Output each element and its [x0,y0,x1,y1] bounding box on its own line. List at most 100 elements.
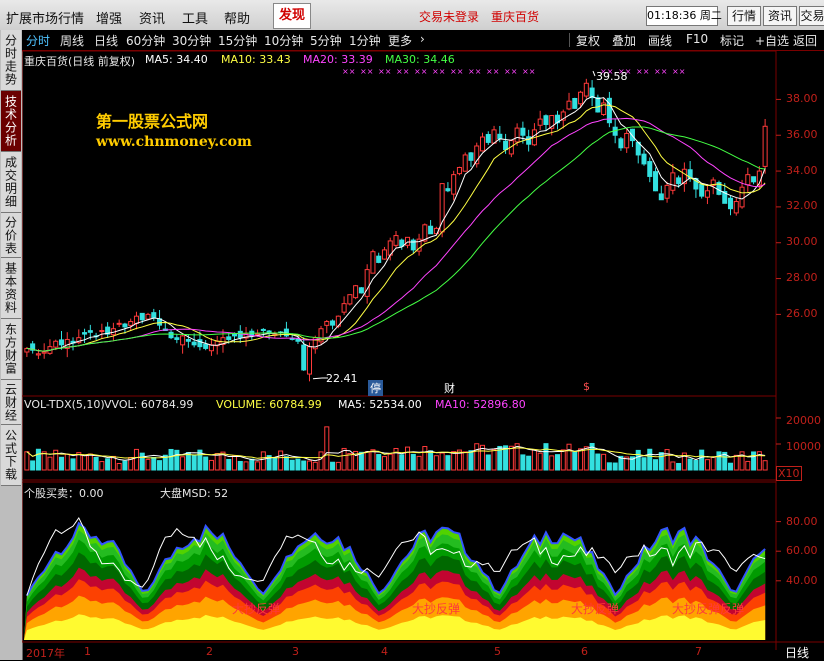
candle-body [295,338,301,342]
tab-trade-details[interactable]: 成交明细 [1,152,21,213]
candle-body [624,132,630,149]
volume-bar [560,449,566,471]
ma5-value: MA5: 34.40 [145,53,208,66]
volume-bar [301,460,307,471]
candle-body [451,174,457,195]
period-toolbar: 分时 周线 日线 60分钟 30分钟 15分钟 10分钟 5分钟 1分钟 更多 … [22,30,824,51]
period-intraday[interactable]: 分时 [26,32,50,49]
volume-bar [381,456,387,471]
tab-basic-info-label: 基本资料 [3,262,18,314]
volume-bar [191,454,197,471]
volume-bar [566,443,572,471]
volume-bars [24,426,768,471]
quotes-button[interactable]: 行情 [727,6,761,26]
volume-bar [283,456,289,471]
trade-login-status[interactable]: 交易未登录 [419,8,479,25]
candle-body [428,225,434,235]
candle-body [53,340,59,348]
candle-body [647,161,653,177]
volume-bar [30,460,36,471]
tab-basic-info[interactable]: 基本资料 [1,258,21,319]
period-5min[interactable]: 5分钟 [310,32,342,49]
indicator-panel-title: 个股买卖：0.00 [24,487,104,500]
volume-bar [474,443,480,471]
period-1min[interactable]: 1分钟 [349,32,381,49]
finance-marker[interactable]: 财 [444,380,455,396]
price-axis-38: 38.00 [786,92,818,105]
volume-bar [226,458,232,471]
candle-body [745,174,751,186]
market-msd-value: 大盘MSD: 52 [160,487,229,500]
volume-bar [70,458,76,471]
tab-price-table[interactable]: 分价表 [1,213,21,258]
mark-button[interactable]: 标记 [720,32,744,49]
menu-enhance[interactable]: 增强 [96,8,122,27]
more-chevron-icon[interactable]: › [420,32,425,46]
volume-bar [664,449,670,471]
volume-bar [335,461,341,471]
candle-body [699,184,705,197]
period-10min[interactable]: 10分钟 [264,32,303,49]
candle-body [151,312,157,319]
menu-help[interactable]: 帮助 [224,8,250,27]
period-weekly[interactable]: 周线 [60,32,84,49]
tab-eastmoney-label: 东方财富 [3,323,18,375]
candle-body [168,331,174,339]
signal-marker: ×× [450,67,463,76]
candle-body [485,134,491,143]
candle-body [266,330,272,333]
trade-button[interactable]: 交易 [799,6,824,26]
signal-marker: ×× [654,67,667,76]
volume-bar [203,456,209,471]
back-button[interactable]: 返回 [793,32,817,49]
news-button[interactable]: 资讯 [763,6,797,26]
period-indicator-label: 日线 [785,646,810,660]
menu-tools[interactable]: 工具 [182,8,208,27]
period-30min[interactable]: 30分钟 [172,32,211,49]
ma10-value: MA10: 33.43 [221,53,291,66]
low-price-label: 22.41 [326,372,358,385]
volume-bar [24,451,30,471]
period-15min[interactable]: 15分钟 [218,32,257,49]
candle-body [491,129,497,144]
find-button[interactable]: 发现 [273,3,311,29]
signal-marker: ×× [672,67,685,76]
period-60min[interactable]: 60分钟 [126,32,165,49]
menu-info[interactable]: 资讯 [139,8,165,27]
tab-cloud-finance[interactable]: 云财经 [1,380,21,425]
volume-bar [491,448,497,471]
candle-body [358,287,364,294]
adjust-button[interactable]: 复权 [576,32,600,49]
volume-bar [641,457,647,471]
watermark-title: 第一股票公式网 [96,112,209,131]
period-daily[interactable]: 日线 [94,32,118,49]
volume-bar [99,461,105,471]
tab-eastmoney[interactable]: 东方财富 [1,319,21,380]
volume-bar [526,455,532,471]
volume-bar [231,455,238,471]
volume-bar [543,443,549,471]
period-more[interactable]: 更多 [388,32,412,49]
volume-bar [445,455,451,471]
tab-formula-download[interactable]: 公式下载 [1,425,21,486]
indicator-bands [24,516,766,640]
tab-price-table-label: 分价表 [3,215,18,255]
menu-extended-market[interactable]: 扩展市场行情 [6,8,84,27]
suspension-marker[interactable]: 停 [368,380,383,396]
f10-button[interactable]: F10 [686,32,708,46]
dividend-marker[interactable]: $ [583,380,590,393]
tab-technical-analysis[interactable]: 技术分析 [1,91,21,152]
candle-body [376,255,382,263]
clock-display: 01:18:36 周二 [646,6,722,26]
add-watchlist-button[interactable]: +自选 [755,32,789,49]
tab-intraday[interactable]: 分时走势 [1,30,21,91]
overlay-button[interactable]: 叠加 [612,32,636,49]
volume-bar [122,460,128,471]
candle-body [185,339,191,342]
volume-bar [635,449,641,471]
candle-body [139,312,145,321]
candle-body [664,184,670,199]
candle-body [462,154,468,172]
candle-body [324,321,330,326]
draw-line-button[interactable]: 画线 [648,32,672,49]
